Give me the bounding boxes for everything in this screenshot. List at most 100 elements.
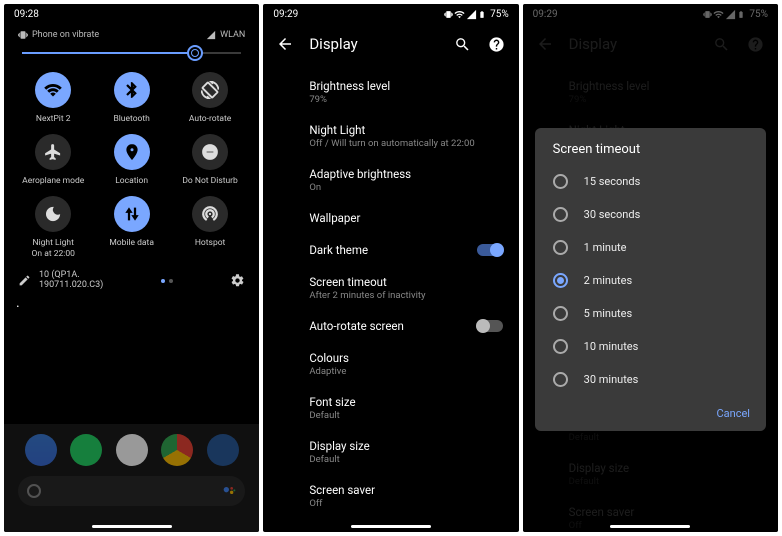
radio-icon — [553, 240, 568, 255]
qs-tile-location[interactable]: Location — [92, 134, 170, 186]
screen-timeout-dialog: Screen timeout 15 seconds 30 seconds 1 min… — [535, 128, 766, 431]
app-bar: Display — [263, 24, 518, 64]
radio-icon — [553, 174, 568, 189]
qs-tile-bluetooth[interactable]: Bluetooth — [92, 72, 170, 124]
radio-label: 30 seconds — [584, 208, 641, 221]
qs-tile-wifi[interactable]: NextPit 2 — [14, 72, 92, 124]
radio-icon — [553, 339, 568, 354]
status-time: 09:29 — [273, 9, 298, 20]
plane-icon — [35, 134, 71, 170]
battery-icon — [478, 9, 486, 20]
radio-option[interactable]: 5 minutes — [535, 297, 766, 330]
dialog-title: Screen timeout — [535, 142, 766, 165]
setting-subtitle: Adaptive — [309, 366, 504, 377]
setting-title: Dark theme — [309, 243, 504, 257]
radio-label: 5 minutes — [584, 307, 632, 320]
setting-item[interactable]: Display sizeDefault — [309, 430, 518, 474]
radio-option[interactable]: 1 minute — [535, 231, 766, 264]
search-button[interactable] — [453, 34, 473, 54]
gesture-nav-bar[interactable] — [610, 525, 690, 528]
rotate-icon — [192, 72, 228, 108]
cancel-button[interactable]: Cancel — [717, 407, 750, 420]
setting-title: Font size — [309, 395, 504, 409]
radio-list: 15 seconds 30 seconds 1 minute 2 minutes 5 m… — [535, 165, 766, 396]
brightness-slider-wrap — [4, 40, 259, 58]
whatsapp-app-icon[interactable] — [70, 434, 102, 466]
gear-icon[interactable] — [230, 273, 245, 288]
setting-item[interactable]: Brightness level79% — [309, 70, 518, 114]
status-bar: 09:28 — [4, 4, 259, 24]
camera-app-icon[interactable] — [207, 434, 239, 466]
app-dock — [18, 434, 245, 466]
setting-subtitle: 79% — [309, 94, 504, 105]
radio-option[interactable]: 2 minutes — [535, 264, 766, 297]
setting-item[interactable]: ColoursAdaptive — [309, 342, 518, 386]
google-search-bar[interactable] — [18, 476, 245, 506]
radio-label: 15 seconds — [584, 175, 641, 188]
radio-option[interactable]: 15 seconds — [535, 165, 766, 198]
radio-option[interactable]: 30 minutes — [535, 363, 766, 396]
radio-label: 30 minutes — [584, 373, 639, 386]
signal-icon — [466, 9, 477, 20]
screen-quick-settings: 09:28 Phone on vibrate WLAN NextPit 2 Blu… — [4, 4, 259, 532]
dnd-icon — [192, 134, 228, 170]
settings-list: Brightness level79%Night LightOff / Will… — [263, 64, 518, 518]
tile-label: Mobile data — [109, 238, 154, 248]
radio-icon — [553, 372, 568, 387]
tile-label: Do Not Disturb — [182, 176, 238, 186]
google-logo-icon — [26, 483, 42, 499]
assistant-icon[interactable] — [221, 483, 237, 499]
setting-item[interactable]: Wallpaper — [309, 202, 518, 234]
slack-app-icon[interactable] — [116, 434, 148, 466]
tile-label: Bluetooth — [113, 114, 149, 124]
setting-item[interactable]: Auto-rotate screen — [309, 310, 518, 342]
radio-option[interactable]: 10 minutes — [535, 330, 766, 363]
brightness-slider[interactable] — [22, 52, 241, 54]
radio-option[interactable]: 30 seconds — [535, 198, 766, 231]
radio-icon — [553, 207, 568, 222]
edit-icon[interactable] — [18, 274, 31, 287]
qs-tile-mobiledata[interactable]: Mobile data — [92, 196, 170, 258]
back-button[interactable] — [275, 34, 295, 54]
vibrate-label: Phone on vibrate — [32, 30, 99, 40]
messages-app-icon[interactable] — [25, 434, 57, 466]
radio-icon — [553, 273, 568, 288]
tile-label: Aeroplane mode — [22, 176, 84, 186]
setting-title: Adaptive brightness — [309, 167, 504, 181]
screen-timeout-dialog: 09:29 75% Display Brightness level79%Nig… — [523, 4, 778, 532]
qs-tile-autorotate[interactable]: Auto-rotate — [171, 72, 249, 124]
wlan-label: WLAN — [220, 30, 245, 40]
setting-title: Screen saver — [309, 483, 504, 497]
toggle-switch[interactable] — [477, 320, 503, 332]
setting-item[interactable]: Font sizeDefault — [309, 386, 518, 430]
setting-title: Colours — [309, 351, 504, 365]
setting-item[interactable]: Screen timeoutAfter 2 minutes of inactiv… — [309, 266, 518, 310]
gesture-nav-bar[interactable] — [92, 525, 172, 528]
status-time: 09:28 — [14, 9, 39, 20]
qs-footer: 10 (QP1A. 190711.020.C3) — [4, 263, 259, 299]
notif-indicator: . — [4, 299, 259, 307]
setting-item[interactable]: Screen saverOff — [309, 474, 518, 518]
setting-item[interactable]: Dark theme — [309, 234, 518, 266]
qs-tile-hotspot[interactable]: Hotspot — [171, 196, 249, 258]
tile-label: Night LightOn at 22:00 — [32, 238, 75, 258]
toggle-switch[interactable] — [477, 244, 503, 256]
qs-tile-aeroplane[interactable]: Aeroplane mode — [14, 134, 92, 186]
tile-label: NextPit 2 — [36, 114, 71, 124]
help-button[interactable] — [487, 34, 507, 54]
qs-tile-dnd[interactable]: Do Not Disturb — [171, 134, 249, 186]
gesture-nav-bar[interactable] — [351, 525, 431, 528]
chrome-app-icon[interactable] — [161, 434, 193, 466]
screen-display-settings: 09:29 75% Display Brightness level79%Nig… — [263, 4, 518, 532]
setting-subtitle: Off / Will turn on automatically at 22:0… — [309, 138, 504, 149]
wifi-icon — [35, 72, 71, 108]
tile-label: Hotspot — [195, 238, 225, 248]
wifi-icon — [454, 9, 465, 20]
setting-title: Wallpaper — [309, 211, 504, 225]
setting-item[interactable]: Adaptive brightnessOn — [309, 158, 518, 202]
radio-icon — [553, 306, 568, 321]
moon-icon — [35, 196, 71, 232]
setting-item[interactable]: Night LightOff / Will turn on automatica… — [309, 114, 518, 158]
radio-label: 1 minute — [584, 241, 627, 254]
qs-tile-nightlight[interactable]: Night LightOn at 22:00 — [14, 196, 92, 258]
